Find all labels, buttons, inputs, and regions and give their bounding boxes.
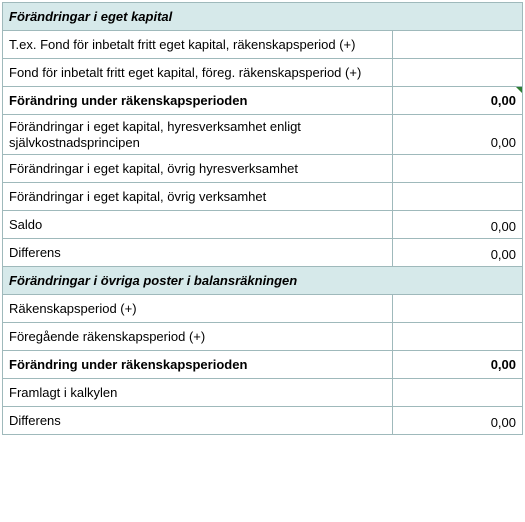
- row-value: [393, 59, 523, 87]
- row-value: 0,00: [393, 211, 523, 239]
- table-row: Förändringar i eget kapital, hyresverksa…: [3, 115, 523, 155]
- table-row: Räkenskapsperiod (+): [3, 295, 523, 323]
- financial-table: Förändringar i eget kapital T.ex. Fond f…: [2, 2, 523, 435]
- row-label: Saldo: [3, 211, 393, 239]
- section-title: Förändringar i eget kapital: [3, 3, 523, 31]
- cell-indicator-icon: [516, 87, 522, 93]
- row-value: 0,00: [393, 115, 523, 155]
- table-row: Förändring under räkenskapsperioden 0,00: [3, 351, 523, 379]
- row-value-text: 0,00: [491, 93, 516, 108]
- table-row: Förändringar i eget kapital, övrig hyres…: [3, 155, 523, 183]
- row-label: Framlagt i kalkylen: [3, 379, 393, 407]
- row-label: Differens: [3, 407, 393, 435]
- row-label: Förändring under räkenskapsperioden: [3, 87, 393, 115]
- table-row: Differens 0,00: [3, 239, 523, 267]
- row-value: 0,00: [393, 87, 523, 115]
- row-label: Räkenskapsperiod (+): [3, 295, 393, 323]
- table-row: Differens 0,00: [3, 407, 523, 435]
- row-label: Differens: [3, 239, 393, 267]
- row-label: Förändring under räkenskapsperioden: [3, 351, 393, 379]
- row-label: Förändringar i eget kapital, övrig hyres…: [3, 155, 393, 183]
- row-label: Fond för inbetalt fritt eget kapital, fö…: [3, 59, 393, 87]
- row-value: [393, 323, 523, 351]
- row-value: 0,00: [393, 239, 523, 267]
- table-row: Framlagt i kalkylen: [3, 379, 523, 407]
- table-row: Fond för inbetalt fritt eget kapital, fö…: [3, 59, 523, 87]
- row-value: [393, 295, 523, 323]
- row-value: [393, 379, 523, 407]
- table-row: Förändringar i eget kapital, övrig verks…: [3, 183, 523, 211]
- table-row: T.ex. Fond för inbetalt fritt eget kapit…: [3, 31, 523, 59]
- table-row: Saldo 0,00: [3, 211, 523, 239]
- row-label: T.ex. Fond för inbetalt fritt eget kapit…: [3, 31, 393, 59]
- row-label: Föregående räkenskapsperiod (+): [3, 323, 393, 351]
- table-row: Föregående räkenskapsperiod (+): [3, 323, 523, 351]
- row-label: Förändringar i eget kapital, hyresverksa…: [3, 115, 393, 155]
- row-value: [393, 183, 523, 211]
- section-header-row: Förändringar i övriga poster i balansräk…: [3, 267, 523, 295]
- row-label: Förändringar i eget kapital, övrig verks…: [3, 183, 393, 211]
- row-value: 0,00: [393, 351, 523, 379]
- section-title: Förändringar i övriga poster i balansräk…: [3, 267, 523, 295]
- row-value: 0,00: [393, 407, 523, 435]
- row-value: [393, 155, 523, 183]
- table-row: Förändring under räkenskapsperioden 0,00: [3, 87, 523, 115]
- section-header-row: Förändringar i eget kapital: [3, 3, 523, 31]
- row-value: [393, 31, 523, 59]
